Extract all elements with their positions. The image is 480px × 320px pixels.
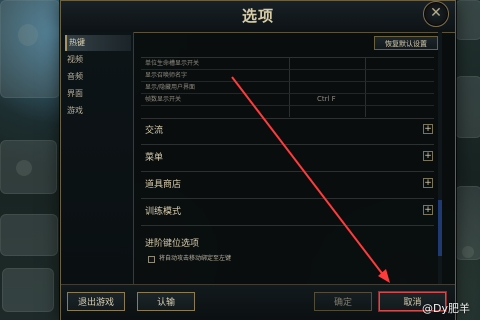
background-stone — [16, 160, 32, 176]
section-menu[interactable]: 菜单 + — [141, 145, 434, 172]
sidebar-item-interface[interactable]: 界面 — [65, 86, 131, 102]
hotkey-label: 帧数显示开关 — [145, 96, 182, 103]
background-rock — [0, 214, 58, 256]
advanced-options-title: 进阶键位选项 — [145, 239, 200, 249]
hotkey-label: 单位生命槽显示开关 — [145, 60, 200, 67]
plus-icon[interactable]: + — [423, 178, 433, 188]
close-button[interactable]: ✕ — [423, 1, 449, 27]
sidebar-item-label: 热键 — [69, 38, 85, 47]
attack-move-checkbox[interactable] — [148, 256, 155, 263]
scrollbar-thumb[interactable] — [438, 200, 442, 256]
dialog-titlebar: 选项 ✕ — [61, 1, 455, 33]
section-title: 交流 — [145, 126, 164, 136]
game-screen: 选项 ✕ 热键 视频 音频 界面 游戏 恢复默认设置 单位生命槽显示开关 显示召… — [0, 0, 480, 320]
sidebar-item-audio[interactable]: 音频 — [65, 69, 131, 85]
close-icon: ✕ — [430, 5, 442, 21]
watermark: @Dy肥羊 — [422, 302, 470, 315]
sidebar-item-game[interactable]: 游戏 — [65, 103, 131, 119]
hotkeys-panel: 恢复默认设置 单位生命槽显示开关 显示召唤师名字 显示/隐藏用户界面 帧数显示开… — [139, 32, 444, 284]
table-row[interactable]: 单位生命槽显示开关 — [141, 58, 434, 70]
background-rock — [455, 76, 480, 138]
section-title: 菜单 — [145, 153, 164, 163]
hotkey-label: 显示/隐藏用户界面 — [145, 84, 196, 91]
sidebar-item-label: 界面 — [67, 89, 83, 98]
hotkey-binding[interactable]: Ctrl F — [317, 94, 367, 105]
background-stone — [462, 246, 474, 258]
hotkey-table: 单位生命槽显示开关 显示召唤师名字 显示/隐藏用户界面 帧数显示开关 Ctrl … — [141, 57, 434, 119]
table-row[interactable]: 显示/隐藏用户界面 — [141, 82, 434, 94]
sidebar-item-hotkeys[interactable]: 热键 — [65, 35, 131, 51]
options-sidebar: 热键 视频 音频 界面 游戏 — [61, 32, 134, 284]
options-dialog: 选项 ✕ 热键 视频 音频 界面 游戏 恢复默认设置 单位生命槽显示开关 显示召… — [60, 0, 456, 320]
section-item-shop[interactable]: 道具商店 + — [141, 172, 434, 199]
plus-icon[interactable]: + — [423, 124, 433, 134]
attack-move-label: 将自动攻击移动绑定至左键 — [159, 255, 232, 262]
background-rock — [0, 0, 60, 98]
exit-game-button[interactable]: 退出游戏 — [67, 292, 125, 311]
dialog-title: 选项 — [241, 7, 274, 25]
section-communication[interactable]: 交流 + — [141, 118, 434, 145]
plus-icon[interactable]: + — [423, 151, 433, 161]
table-row[interactable]: 帧数显示开关 Ctrl F — [141, 94, 434, 106]
hotkey-label: 显示召唤师名字 — [145, 72, 188, 79]
sidebar-item-label: 视频 — [67, 55, 83, 64]
surrender-button[interactable]: 认输 — [137, 292, 195, 311]
dialog-footer: 退出游戏 认输 确定 取消 — [61, 284, 455, 320]
confirm-button[interactable]: 确定 — [314, 292, 372, 311]
section-title: 训练模式 — [145, 207, 182, 217]
background-rock — [2, 268, 54, 312]
sidebar-item-label: 游戏 — [67, 106, 83, 115]
section-title: 道具商店 — [145, 180, 182, 190]
restore-defaults-button[interactable]: 恢复默认设置 — [374, 36, 438, 50]
sidebar-item-label: 音频 — [67, 72, 83, 81]
background-stone — [18, 24, 38, 46]
table-row[interactable]: 显示召唤师名字 — [141, 70, 434, 82]
sidebar-item-video[interactable]: 视频 — [65, 52, 131, 68]
background-rock — [455, 0, 480, 40]
section-training-mode[interactable]: 训练模式 + — [141, 199, 434, 226]
plus-icon[interactable]: + — [423, 205, 433, 215]
